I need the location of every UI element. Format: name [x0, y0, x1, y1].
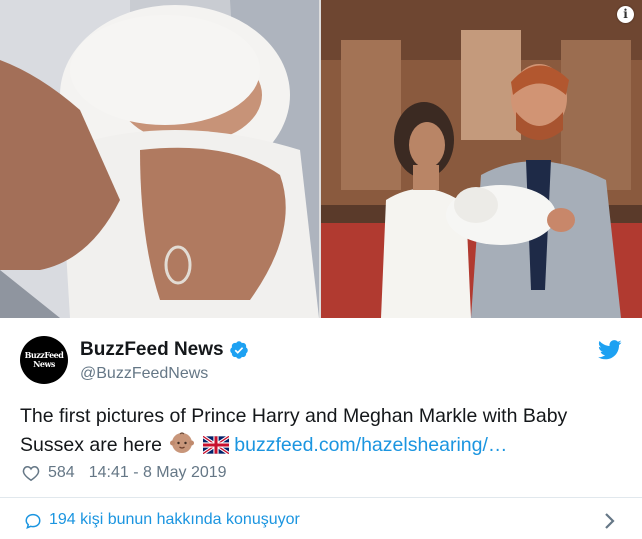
couple-photo-image — [321, 0, 642, 318]
avatar-logo-line2: News — [33, 359, 55, 369]
twitter-bird-icon[interactable] — [598, 340, 622, 360]
tweet-text: The first pictures of Prince Harry and M… — [20, 402, 620, 460]
verified-badge-icon — [229, 341, 248, 359]
info-icon[interactable]: i — [617, 6, 634, 23]
like-count[interactable]: 584 — [48, 464, 75, 482]
conversation-count-text[interactable]: 194 kişi bunun hakkında konuşuyor — [49, 511, 300, 529]
tweet-header: BuzzFeed News BuzzFeed News @BuzzFeedNew… — [20, 336, 622, 386]
baby-closeup-image — [0, 0, 319, 318]
avatar[interactable]: BuzzFeed News — [20, 336, 68, 384]
tweet-meta: 584 14:41 - 8 May 2019 — [22, 462, 227, 484]
tweet-link[interactable]: buzzfeed.com/hazelshearing/… — [234, 434, 507, 456]
chevron-right-icon[interactable] — [604, 513, 616, 529]
heart-icon[interactable] — [22, 464, 40, 482]
reply-bubble-icon — [25, 513, 41, 530]
conversation-footer[interactable]: 194 kişi bunun hakkında konuşuyor — [0, 498, 642, 539]
display-name[interactable]: BuzzFeed News — [80, 339, 224, 361]
timestamp[interactable]: 14:41 - 8 May 2019 — [89, 464, 227, 482]
baby-emoji-icon — [170, 432, 195, 453]
user-handle[interactable]: @BuzzFeedNews — [80, 365, 249, 383]
uk-flag-emoji-icon — [202, 436, 229, 454]
tweet-media[interactable]: i — [0, 0, 642, 318]
photo-baby-closeup[interactable] — [0, 0, 319, 318]
name-row: BuzzFeed News — [80, 339, 249, 361]
user-info[interactable]: BuzzFeed News @BuzzFeedNews — [80, 339, 249, 383]
embedded-tweet: i BuzzFeed News BuzzFeed News @BuzzFeedN… — [0, 0, 642, 539]
photo-couple-with-baby[interactable] — [321, 0, 642, 318]
